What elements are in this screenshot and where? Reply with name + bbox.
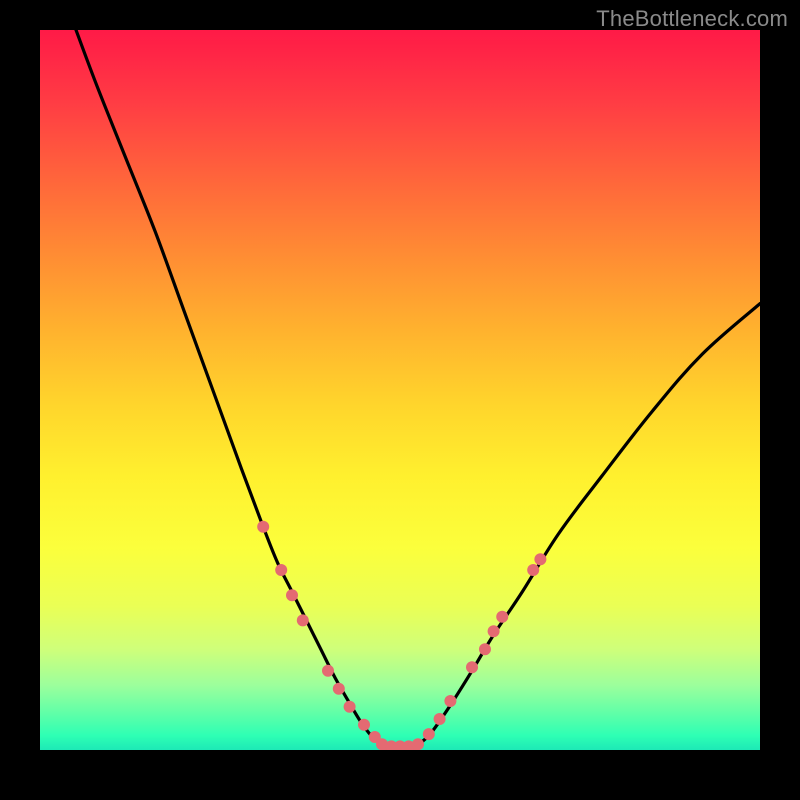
- marker-dot: [257, 521, 269, 533]
- marker-dot: [286, 589, 298, 601]
- watermark-text: TheBottleneck.com: [596, 6, 788, 32]
- marker-dot: [488, 625, 500, 637]
- marker-dot: [534, 553, 546, 565]
- series-curve-left: [76, 30, 382, 745]
- marker-dot: [479, 643, 491, 655]
- marker-dot: [466, 661, 478, 673]
- marker-dot: [423, 728, 435, 740]
- marker-dot: [333, 683, 345, 695]
- plot-svg: [40, 30, 760, 750]
- marker-dot: [358, 719, 370, 731]
- marker-dot: [527, 564, 539, 576]
- marker-dot: [344, 701, 356, 713]
- marker-dot: [444, 695, 456, 707]
- marker-dot: [496, 611, 508, 623]
- chart-frame: TheBottleneck.com: [0, 0, 800, 800]
- series-curve-right: [418, 304, 760, 745]
- marker-dot: [412, 738, 424, 750]
- marker-dot: [275, 564, 287, 576]
- marker-dot: [297, 614, 309, 626]
- plot-area: [40, 30, 760, 750]
- marker-dot: [322, 665, 334, 677]
- marker-dot: [434, 713, 446, 725]
